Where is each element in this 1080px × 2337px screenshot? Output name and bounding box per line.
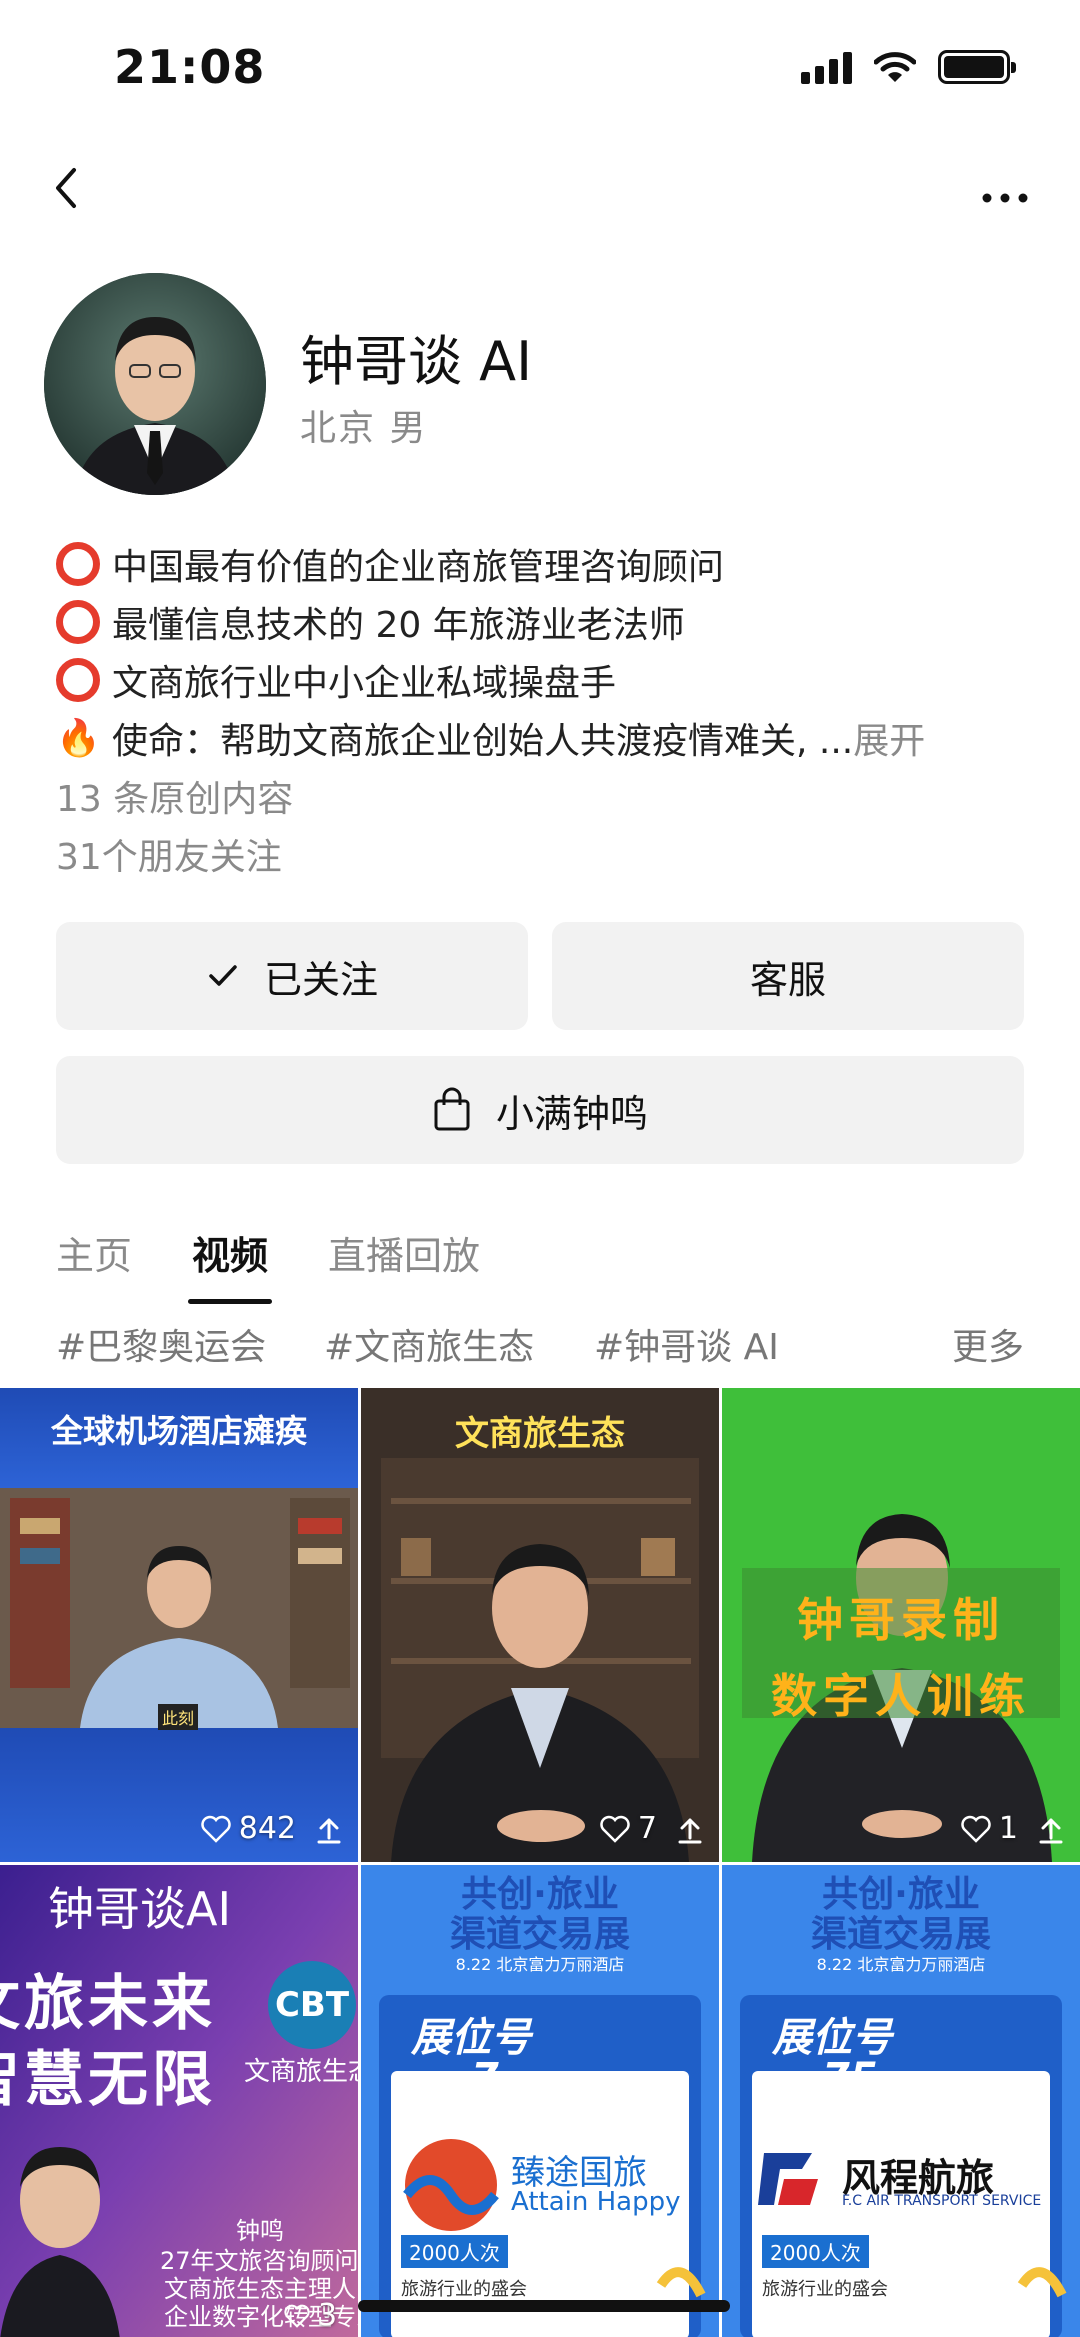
like-count: 1 (961, 1811, 1018, 1846)
share-icon[interactable] (312, 1814, 346, 1848)
profile-header: 钟哥谈 AI 北京 男 (44, 273, 1044, 495)
bio-mission: 使命：帮助文商旅企业创始人共渡疫情难关, ... (112, 721, 854, 762)
customer-service-button[interactable]: 客服 (552, 922, 1024, 1030)
top-nav (0, 150, 1080, 230)
event-title: 渠道交易展 (810, 1914, 991, 1955)
heart-icon (284, 2304, 310, 2328)
wifi-icon (874, 52, 916, 82)
visitor-badge: 2000人次 (762, 2235, 869, 2268)
shop-button[interactable]: 小满钟鸣 (56, 1056, 1024, 1164)
like-count: 7 (600, 1811, 657, 1846)
red-circle-icon (56, 600, 100, 644)
red-circle-icon (56, 542, 100, 586)
fire-icon: 🔥 (56, 718, 101, 759)
bio-line: 最懂信息技术的 20 年旅游业老法师 (56, 593, 1016, 651)
cbt-logo: CBT (274, 1985, 350, 2025)
hashtag-chip[interactable]: #文商旅生态 (324, 1318, 534, 1370)
video-thumbnail[interactable]: 共创·旅业 渠道交易展 8.22 北京富力万丽酒店 展位号 7 臻途国旅 Att… (361, 1865, 719, 2337)
bio: 中国最有价值的企业商旅管理咨询顾问 最懂信息技术的 20 年旅游业老法师 文商旅… (56, 535, 1016, 883)
video-thumbnail[interactable]: 钟哥录制 数字人训练 1 (722, 1388, 1080, 1862)
profile-name: 钟哥谈 AI (300, 330, 533, 393)
video-title-overlay: 全球机场酒店瘫痪 (50, 1412, 307, 1450)
share-icon[interactable] (673, 1814, 707, 1848)
video-grid: 全球机场酒店瘫痪 此刻 842 文商旅生态 7 钟哥录制 数字人训练 1 钟哥谈… (0, 1388, 1080, 2337)
event-subtitle: 8.22 北京富力万丽酒店 (816, 1955, 986, 1974)
more-dots-icon[interactable] (970, 158, 1040, 218)
battery-icon (938, 50, 1016, 84)
tab-live-replay[interactable]: 直播回放 (328, 1225, 480, 1304)
profile-location-gender: 北京 男 (300, 408, 428, 449)
tab-home[interactable]: 主页 (56, 1225, 132, 1304)
bio-line: 文商旅行业中小企业私域操盘手 (56, 651, 1016, 709)
status-bar: 21:08 (0, 0, 1080, 140)
original-content-count[interactable]: 13 条原创内容 (56, 767, 1016, 825)
signal-icon (801, 50, 852, 84)
video-caption: 此刻 (158, 1704, 199, 1730)
video-overlay-text: 文商旅生态 (244, 2057, 358, 2087)
video-overlay-text: 智慧无限 (0, 2045, 216, 2115)
poster-footer: 旅游行业的盛会 (762, 2279, 888, 2300)
like-count: 3 (284, 2298, 354, 2333)
video-brand-text: 钟哥谈AI (48, 1882, 232, 1936)
poster-footer: 旅游行业的盛会 (401, 2279, 527, 2300)
share-icon[interactable] (1034, 1814, 1068, 1848)
hashtag-row: #巴黎奥运会 #文商旅生态 #钟哥谈 AI 更多 (56, 1318, 1024, 1368)
video-thumbnail[interactable]: 文商旅生态 7 (361, 1388, 719, 1862)
check-icon (206, 959, 240, 993)
friends-following-count[interactable]: 31个朋友关注 (56, 825, 1016, 883)
status-icons (801, 50, 1016, 84)
visitor-badge: 2000人次 (401, 2235, 508, 2268)
video-overlay-text: 钟哥录制 (797, 1593, 1005, 1647)
tab-videos[interactable]: 视频 (188, 1225, 273, 1304)
like-count: 842 (201, 1811, 296, 1846)
video-thumbnail[interactable]: 全球机场酒店瘫痪 此刻 842 (0, 1388, 358, 1862)
status-time: 21:08 (114, 40, 266, 94)
heart-icon (961, 1815, 991, 1843)
more-tags-link[interactable]: 更多 (952, 1318, 1024, 1370)
video-thumbnail[interactable]: 共创·旅业 渠道交易展 8.22 北京富力万丽酒店 展位号 75 风程航旅 F.… (722, 1865, 1080, 2337)
company-name-en: Attain Happy (511, 2187, 681, 2217)
bio-line: 中国最有价值的企业商旅管理咨询顾问 (56, 535, 1016, 593)
event-title: 渠道交易展 (449, 1914, 630, 1955)
home-indicator[interactable] (358, 2300, 730, 2312)
followed-button[interactable]: 已关注 (56, 922, 528, 1030)
red-circle-icon (56, 658, 100, 702)
booth-number: 7 (471, 2055, 499, 2101)
back-icon[interactable] (40, 158, 100, 218)
company-name-en: F.C AIR TRANSPORT SERVICE (842, 2193, 1042, 2209)
booth-number: 75 (822, 2055, 878, 2101)
hashtag-chip[interactable]: #巴黎奥运会 (56, 1318, 266, 1370)
content-tabs: 主页 视频 直播回放 (56, 1225, 480, 1304)
video-thumbnail[interactable]: 钟哥谈AI 文旅未来 智慧无限 CBT 文商旅生态 钟鸣 27年文旅咨询顾问 文… (0, 1865, 358, 2337)
heart-icon (600, 1815, 630, 1843)
hashtag-chip[interactable]: #钟哥谈 AI (594, 1318, 779, 1370)
event-subtitle: 8.22 北京富力万丽酒店 (455, 1955, 625, 1974)
video-title-overlay: 文商旅生态 (455, 1414, 625, 1454)
bio-mission-line: 🔥 使命：帮助文商旅企业创始人共渡疫情难关, ... 展开 (56, 709, 1016, 767)
shopping-bag-icon (432, 1087, 472, 1133)
video-overlay-text: 文旅未来 (0, 1969, 216, 2039)
video-overlay-text: 数字人训练 (771, 1669, 1031, 1723)
expand-link[interactable]: 展开 (853, 712, 925, 764)
heart-icon (201, 1815, 231, 1843)
avatar[interactable] (44, 273, 266, 495)
